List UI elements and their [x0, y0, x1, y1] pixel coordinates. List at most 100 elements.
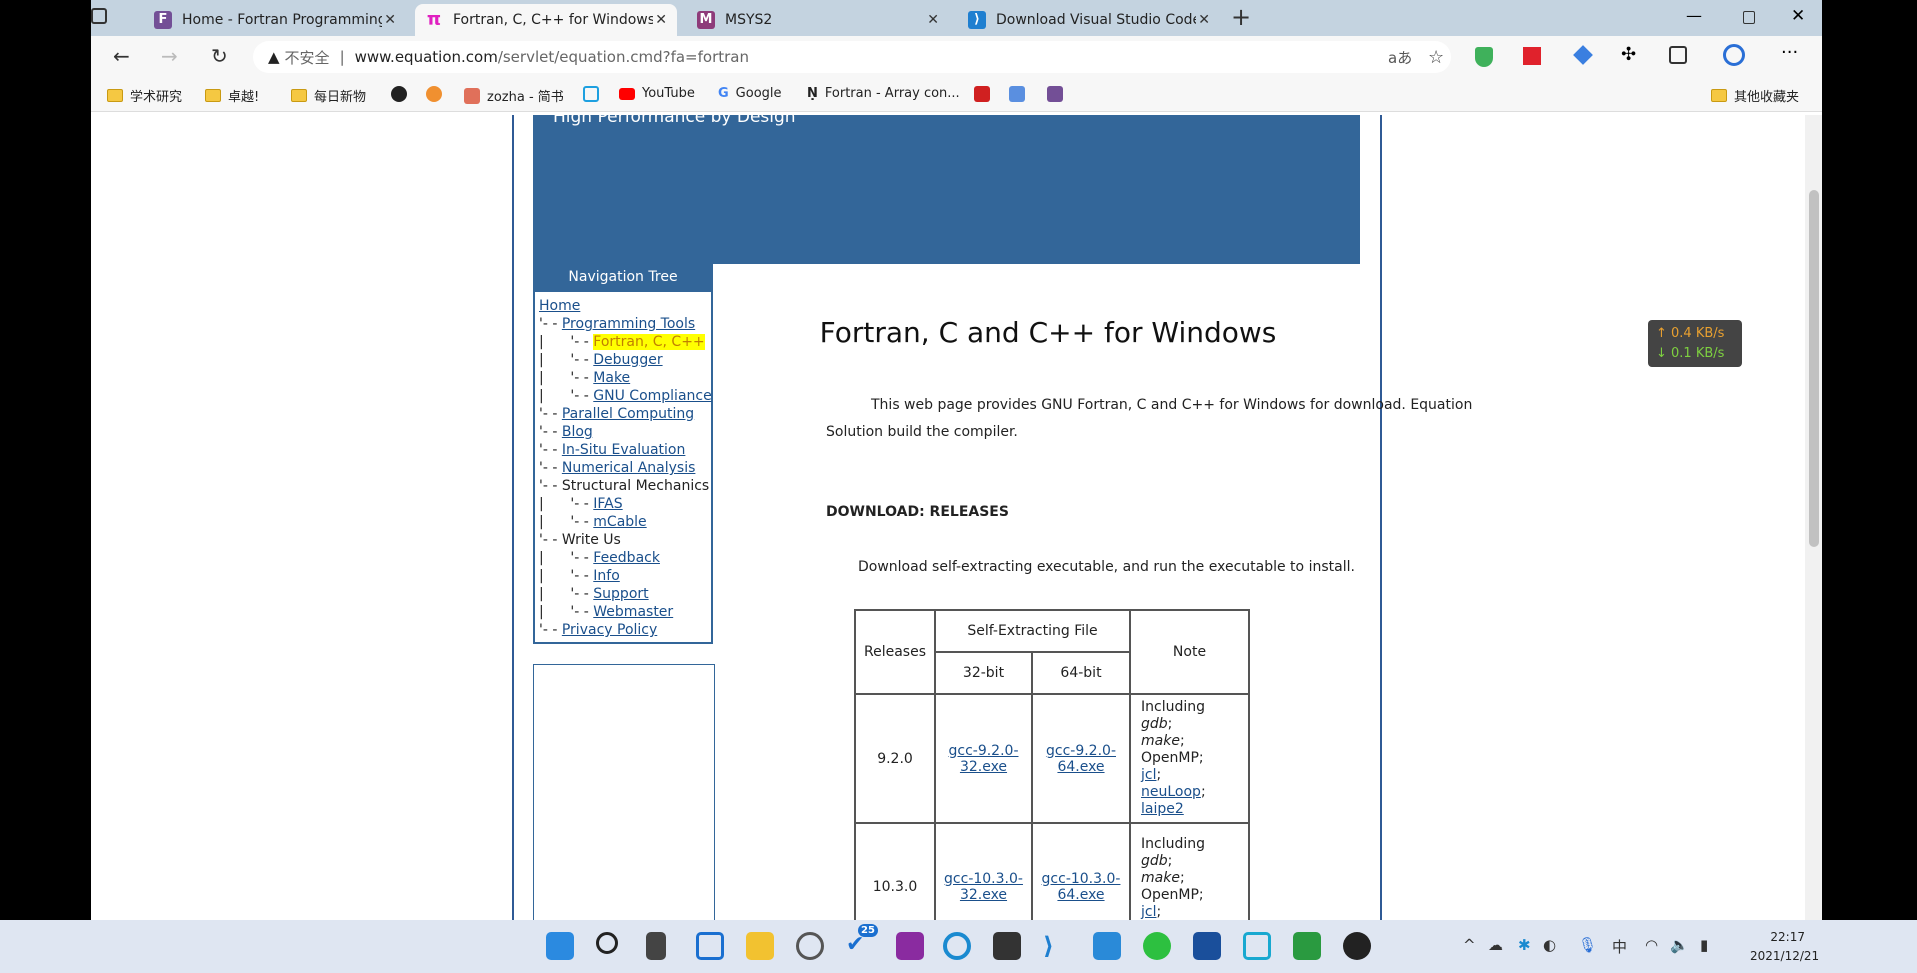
scrollbar[interactable] [1805, 115, 1822, 920]
laipe2-link[interactable]: laipe2 [1141, 801, 1184, 817]
nav-item: '- - Parallel Computing [539, 406, 695, 422]
mail-icon[interactable] [1093, 932, 1121, 960]
bookmark-youtube[interactable]: YouTube [619, 86, 695, 101]
bookmark-jianshu[interactable]: zozha - 简书 [464, 86, 564, 105]
neuloop-link[interactable]: neuLoop [1141, 784, 1201, 800]
tab-fortran-c-cpp[interactable]: π Fortran, C, C++ for Windows ✕ [415, 4, 677, 36]
folder-icon [1711, 89, 1727, 102]
terminal-icon[interactable] [993, 932, 1021, 960]
download-link[interactable]: gcc-10.3.0- 32.exe [944, 871, 1023, 903]
header-32bit: 32-bit [934, 651, 1033, 695]
onedrive-icon[interactable]: ☁ [1488, 936, 1503, 954]
bookmark-folder[interactable]: 卓越! [205, 86, 259, 105]
security-label[interactable]: 不安全 [285, 47, 330, 68]
download-link[interactable]: gcc-9.2.0- 64.exe [1046, 743, 1116, 775]
bluetooth-icon[interactable]: ✱ [1518, 936, 1531, 954]
nav-link[interactable]: Webmaster [593, 604, 673, 620]
obs-icon[interactable] [1343, 932, 1371, 960]
bookmark-folder[interactable]: 每日新物 [291, 86, 366, 105]
other-bookmarks[interactable]: 其他收藏夹 [1711, 86, 1799, 105]
close-icon[interactable]: ✕ [1198, 12, 1210, 28]
panda-tray-icon[interactable]: ◐ [1543, 936, 1556, 954]
header-releases: Releases [854, 609, 936, 695]
favorite-add-icon[interactable]: ☆ [1428, 47, 1444, 68]
nav-link[interactable]: Privacy Policy [562, 622, 657, 638]
nav-link[interactable]: IFAS [593, 496, 622, 512]
battery-icon[interactable]: ▮ [1700, 936, 1708, 954]
nav-link[interactable]: In-Situ Evaluation [562, 442, 686, 458]
mendeley-icon[interactable] [1523, 47, 1541, 65]
extension-diamond-icon[interactable] [1573, 45, 1593, 65]
tab-msys2[interactable]: M MSYS2 ✕ [687, 4, 949, 36]
read-aloud-icon[interactable]: aあ [1388, 47, 1412, 68]
close-icon[interactable]: ✕ [655, 12, 667, 28]
reload-button[interactable]: ↻ [211, 44, 228, 68]
remote-app-icon[interactable] [1243, 932, 1271, 960]
new-tab-button[interactable]: + [1231, 3, 1251, 31]
microphone-icon[interactable]: 🎙 [1578, 936, 1597, 954]
nav-link[interactable]: Feedback [593, 550, 660, 566]
widgets-icon[interactable] [696, 932, 724, 960]
close-icon[interactable]: ✕ [384, 12, 396, 28]
extensions-icon[interactable]: ✣ [1621, 44, 1636, 65]
back-button[interactable]: ← [113, 44, 130, 68]
file-explorer-icon[interactable] [746, 932, 774, 960]
clock-app-icon[interactable] [796, 932, 824, 960]
restore-button[interactable] [1743, 11, 1755, 24]
minimize-button[interactable]: — [1686, 6, 1702, 25]
todo-icon[interactable]: ✔ 25 [846, 924, 878, 960]
wechat-icon[interactable] [1143, 932, 1171, 960]
download-link[interactable]: gcc-9.2.0- 32.exe [948, 743, 1018, 775]
tab-vscode[interactable]: ⟩Download Visual Studio Code - M✕ [958, 4, 1220, 36]
store-icon[interactable] [1193, 932, 1221, 960]
bookmark-red[interactable] [974, 86, 997, 102]
nav-link[interactable]: Support [593, 586, 648, 602]
adguard-icon[interactable] [1475, 47, 1493, 67]
jcl-link[interactable]: jcl [1141, 767, 1156, 783]
bookmark-chrome[interactable] [426, 86, 449, 102]
search-icon[interactable] [596, 932, 618, 954]
clock[interactable]: 22:17 2021/12/21 [1750, 928, 1819, 966]
vscode-icon[interactable]: ⟩ [1043, 932, 1071, 960]
nav-link[interactable]: GNU Compliance [593, 388, 711, 404]
bookmark-google[interactable]: G Google [718, 86, 782, 101]
fortran-man-icon: Ṇ [807, 86, 818, 101]
note-cell: Including gdb; make; OpenMP; jcl; neuLoop; la… [1129, 693, 1250, 824]
close-icon[interactable]: ✕ [927, 12, 939, 28]
bookmark-fortran-array[interactable]: Ṇ Fortran - Array con... [807, 86, 960, 101]
close-window-button[interactable]: ✕ [1791, 6, 1805, 26]
collections-icon[interactable] [1669, 46, 1687, 64]
bookmark-bilibili[interactable] [583, 86, 606, 102]
url-input[interactable]: ▲ 不安全 | www.equation.com/servlet/equatio… [253, 41, 1451, 73]
nav-link[interactable]: Programming Tools [562, 316, 695, 332]
nav-link[interactable]: Blog [562, 424, 593, 440]
jcl-link[interactable]: jcl [1141, 904, 1156, 920]
nav-link[interactable]: Debugger [593, 352, 662, 368]
bookmark-github[interactable] [391, 86, 414, 102]
nav-link[interactable]: Info [593, 568, 620, 584]
nav-link[interactable]: Home [539, 298, 580, 314]
profile-icon[interactable] [1723, 44, 1745, 66]
wifi-icon[interactable]: ◠ [1645, 936, 1658, 954]
scrollbar-thumb[interactable] [1809, 190, 1819, 547]
bookmark-translate[interactable] [1009, 86, 1032, 102]
tab-actions-icon[interactable] [91, 8, 107, 24]
task-view-icon[interactable] [646, 932, 666, 960]
edge-icon[interactable] [943, 932, 971, 960]
nav-link[interactable]: Numerical Analysis [562, 460, 696, 476]
onenote-icon[interactable] [896, 932, 924, 960]
nav-link[interactable]: Parallel Computing [562, 406, 694, 422]
bookmark-folder[interactable]: 学术研究 [107, 86, 182, 105]
start-icon[interactable] [546, 932, 574, 960]
volume-icon[interactable]: 🔈 [1670, 936, 1689, 954]
tab-home-fortran[interactable]: FHome - Fortran Programming La✕ [144, 4, 406, 36]
download-link[interactable]: gcc-10.3.0- 64.exe [1042, 871, 1121, 903]
ime-indicator[interactable]: 中 [1612, 936, 1627, 957]
bookmark-fortran-lang[interactable] [1047, 86, 1070, 102]
nav-link[interactable]: mCable [593, 514, 646, 530]
more-menu-icon[interactable]: ··· [1781, 42, 1798, 63]
nav-link[interactable]: Make [593, 370, 630, 386]
panda-app-icon[interactable] [1293, 932, 1321, 960]
tray-chevron-icon[interactable]: ^ [1463, 936, 1476, 954]
forward-button[interactable]: → [161, 44, 178, 68]
